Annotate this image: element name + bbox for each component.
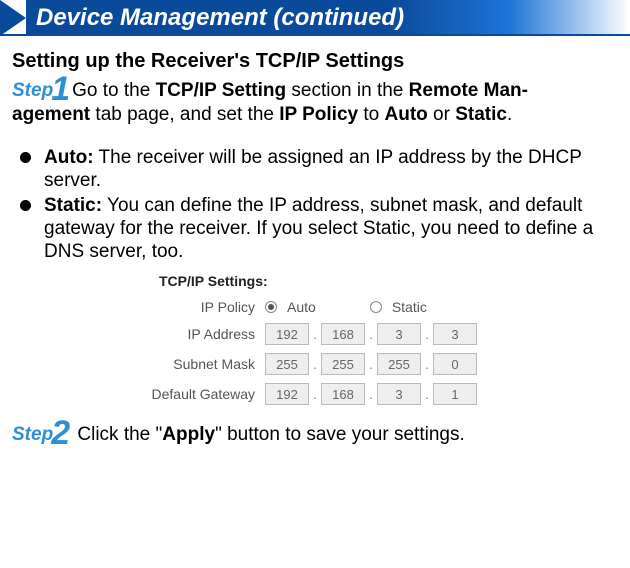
step-2-number: 2 [51,414,70,452]
radio-auto[interactable] [265,301,277,313]
default-gateway-octet-3[interactable]: 3 [377,383,421,405]
radio-static[interactable] [370,301,382,313]
step-2-text-a: Click the " [72,424,162,445]
step-1-block: Step1Go to the TCP/IP Setting section in… [12,79,618,128]
default-gateway-octets: 192. 168. 3. 1 [265,383,477,405]
step-1-bold-5: Static [455,104,507,125]
dot-icon: . [421,327,433,342]
dot-icon: . [421,357,433,372]
subnet-mask-octet-4[interactable]: 0 [433,353,477,375]
step-2-bold-1: Apply [162,424,215,445]
step-1-number: 1 [51,70,70,108]
panel-title: TCP/IP Settings: [115,273,515,289]
subnet-mask-octets: 255. 255. 255. 0 [265,353,477,375]
bullet-auto-text: The receiver will be assigned an IP addr… [44,147,582,191]
bullet-list: Auto: The receiver will be assigned an I… [12,146,618,264]
label-ip-address: IP Address [115,326,265,342]
header-arrow-icon [0,0,26,36]
bullet-static-text: You can define the IP address, subnet ma… [44,195,593,262]
tcpip-settings-panel: TCP/IP Settings: IP Policy Auto Static I… [115,273,515,405]
step-1-text-f: . [507,104,512,125]
dot-icon: . [365,357,377,372]
step-1-text-b: section in the [286,80,409,101]
dot-icon: . [309,357,321,372]
ip-address-octets: 192. 168. 3. 3 [265,323,477,345]
label-subnet-mask: Subnet Mask [115,356,265,372]
step-1-text-e: or [428,104,455,125]
ip-policy-radio-group: Auto Static [265,299,427,315]
ip-address-octet-4[interactable]: 3 [433,323,477,345]
ip-address-octet-2[interactable]: 168 [321,323,365,345]
bullet-static: Static: You can define the IP address, s… [20,194,618,264]
row-ip-policy: IP Policy Auto Static [115,299,515,315]
radio-static-label: Static [392,299,427,315]
default-gateway-octet-2[interactable]: 168 [321,383,365,405]
step-1-label: Step [12,80,53,101]
step-1-bold-3: IP Policy [279,104,358,125]
bullet-auto-label: Auto: [44,147,94,168]
step-1-bold-1: TCP/IP Setting [156,80,287,101]
section-title: Setting up the Receiver's TCP/IP Setting… [12,50,618,73]
dot-icon: . [365,387,377,402]
row-default-gateway: Default Gateway 192. 168. 3. 1 [115,383,515,405]
label-default-gateway: Default Gateway [115,386,265,402]
row-ip-address: IP Address 192. 168. 3. 3 [115,323,515,345]
step-1-text-c: tab page, and set the [90,104,279,125]
step-2-label: Step [12,424,53,445]
bullet-static-label: Static: [44,195,102,216]
step-2-text-b: " button to save your settings. [215,424,465,445]
step-1-text-d: to [358,104,384,125]
step-1-bold-2: Remote Man- [409,80,528,101]
default-gateway-octet-1[interactable]: 192 [265,383,309,405]
step-2-block: Step2 Click the "Apply" button to save y… [12,423,618,447]
ip-address-octet-1[interactable]: 192 [265,323,309,345]
subnet-mask-octet-2[interactable]: 255 [321,353,365,375]
step-1-text-a: Go to the [72,80,155,101]
subnet-mask-octet-3[interactable]: 255 [377,353,421,375]
step-1-bold-4: Auto [385,104,428,125]
dot-icon: . [309,387,321,402]
content-area: Setting up the Receiver's TCP/IP Setting… [0,36,630,448]
default-gateway-octet-4[interactable]: 1 [433,383,477,405]
row-subnet-mask: Subnet Mask 255. 255. 255. 0 [115,353,515,375]
ip-address-octet-3[interactable]: 3 [377,323,421,345]
header-bar: Device Management (continued) [0,0,630,36]
dot-icon: . [421,387,433,402]
page-title: Device Management (continued) [26,0,630,34]
dot-icon: . [365,327,377,342]
label-ip-policy: IP Policy [115,299,265,315]
dot-icon: . [309,327,321,342]
subnet-mask-octet-1[interactable]: 255 [265,353,309,375]
bullet-auto: Auto: The receiver will be assigned an I… [20,146,618,192]
radio-auto-label: Auto [287,299,316,315]
